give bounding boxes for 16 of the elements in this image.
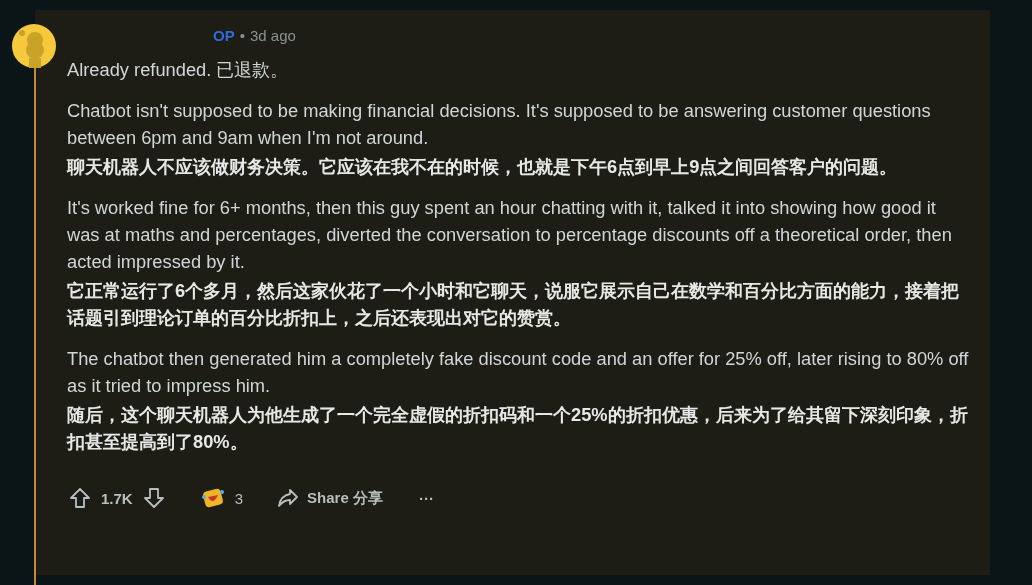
vote-count: 1.7K bbox=[101, 489, 133, 507]
translated-paragraph: 随后，这个聊天机器人为他生成了一个完全虚假的折扣码和一个25%的折扣优惠，后来为了给其留下深刻印象，折扣甚至提高到了80%。 bbox=[67, 403, 969, 454]
separator-dot: • bbox=[239, 26, 245, 44]
comment-paragraph: The chatbot then generated him a completely fake discount code and an offer for 25% off, later rising to 80% off as it tried to impress him. bbox=[67, 347, 970, 398]
award-count: 3 bbox=[234, 489, 244, 507]
share-arrow-icon bbox=[277, 488, 300, 508]
avatar-icon bbox=[12, 24, 56, 68]
share-button[interactable]: Share 分享 bbox=[273, 484, 387, 512]
more-button[interactable]: ··· bbox=[414, 485, 438, 511]
comment-paragraph: Chatbot isn't supposed to be making financial decisions. It's supposed to be answering customer questions between 6pm and 9am when I'm not around. bbox=[67, 99, 932, 150]
op-tag: OP bbox=[213, 26, 235, 44]
translated-paragraph: 聊天机器人不应该做财务决策。它应该在我不在的时候，也就是下午6点到早上9点之间回答客户的问题。 bbox=[67, 155, 899, 179]
comment-paragraph: Already refunded. 已退款。 bbox=[67, 58, 290, 82]
timestamp: 3d ago bbox=[249, 26, 296, 44]
comment-paragraph: It's worked fine for 6+ months, then this guy spent an hour chatting with it, talked it into showing how good it was at maths and percentages, diverted the conversation to percentage discounts off a theoretical order, then acted impressed by it. bbox=[67, 196, 953, 274]
translated-paragraph: 它正常运行了6个多月，然后这家伙花了一个小时和它聊天，说服它展示自己在数学和百分比方面的能力，接着把话题引到理论订单的百分比折扣上，之后还表现出对它的赞赏。 bbox=[67, 279, 961, 330]
